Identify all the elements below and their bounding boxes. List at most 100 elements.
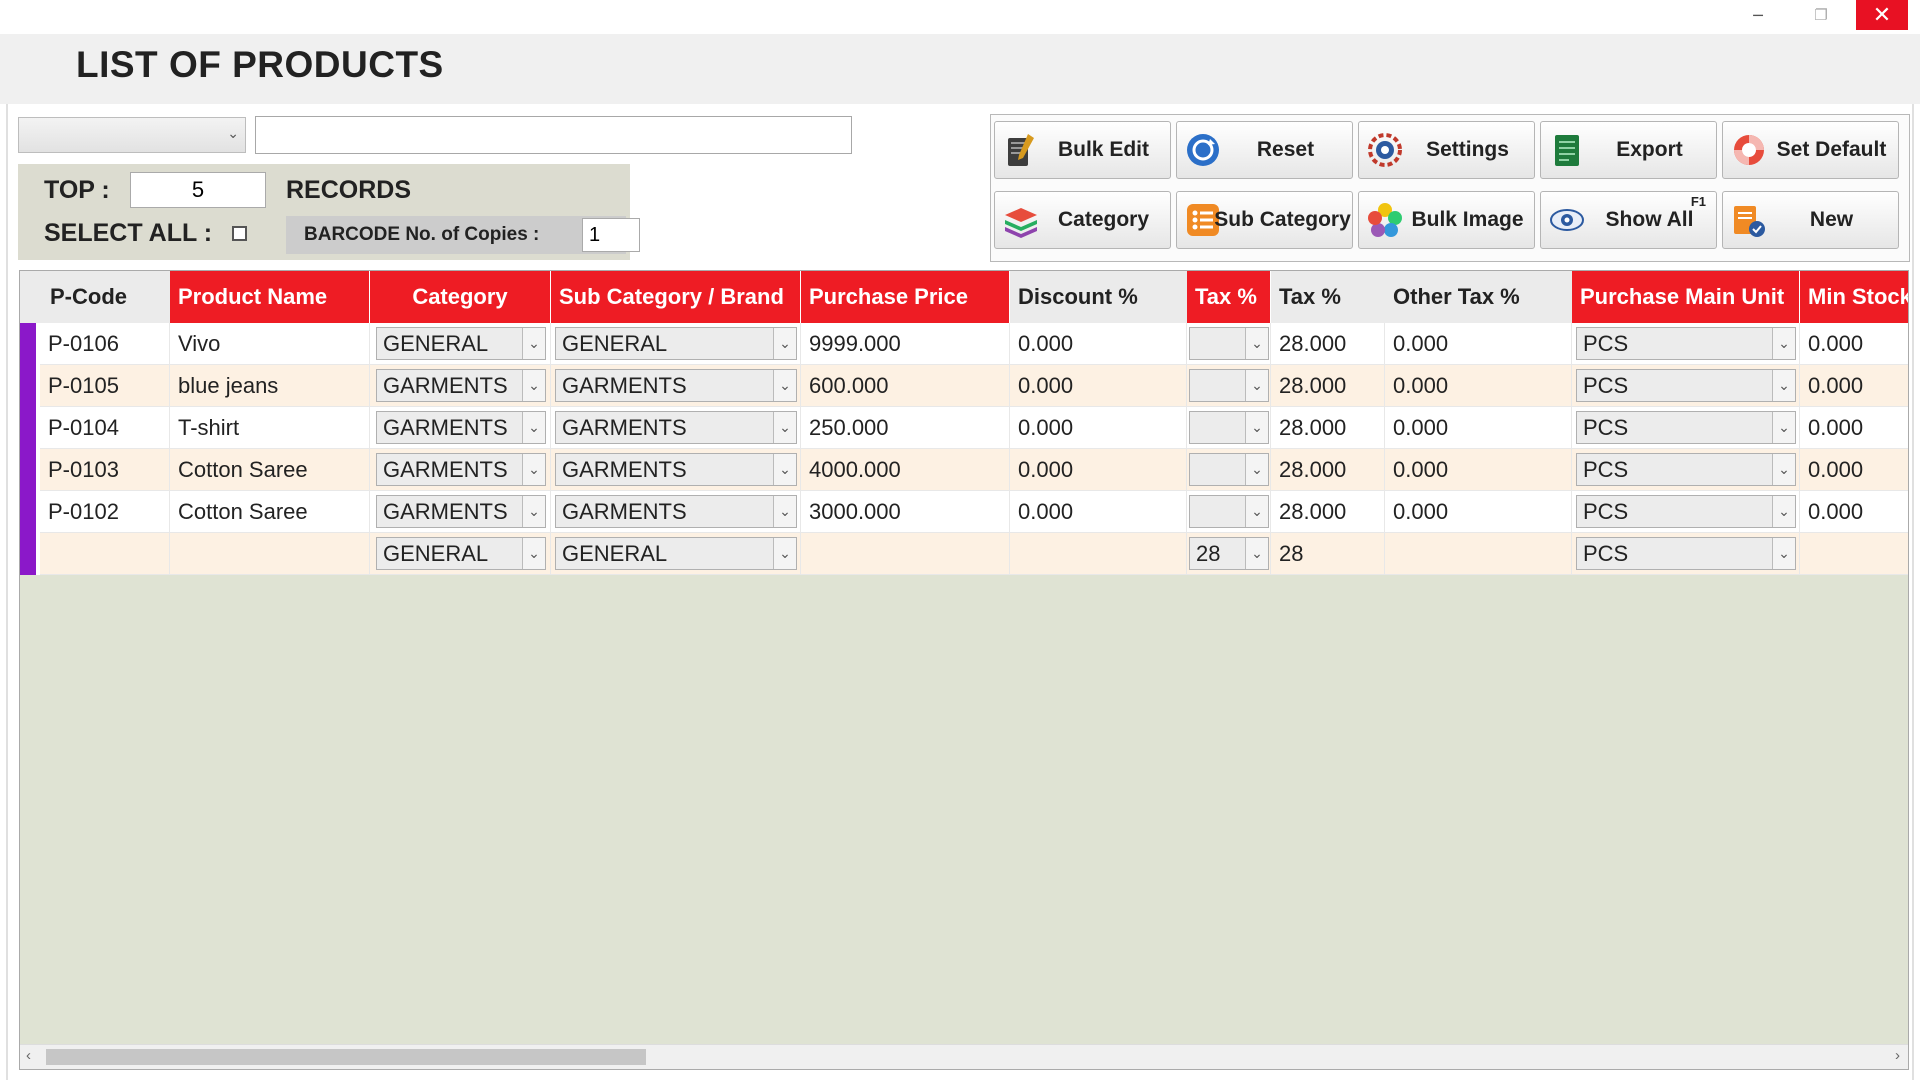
purchase-unit-cell[interactable]: PCS ⌄ [1572, 533, 1800, 575]
chevron-down-icon[interactable]: ⌄ [1245, 328, 1268, 359]
purchase-price-cell[interactable]: 600.000 [801, 365, 1010, 407]
chevron-down-icon[interactable]: ⌄ [1772, 370, 1795, 401]
column-header-purchase-price[interactable]: Purchase Price [801, 271, 1010, 323]
product-name-cell[interactable]: T-shirt [170, 407, 370, 449]
p-code-cell[interactable]: P-0102 [40, 491, 170, 533]
discount-cell[interactable]: 0.000 [1010, 449, 1187, 491]
tax-select-combo[interactable]: ⌄ [1189, 495, 1269, 528]
category-combo[interactable]: GARMENTS ⌄ [376, 495, 546, 528]
category-combo[interactable]: GENERAL ⌄ [376, 327, 546, 360]
sub-category-cell[interactable]: GARMENTS ⌄ [551, 449, 801, 491]
column-header-tax[interactable]: Tax % [1271, 271, 1385, 323]
tax-select-combo[interactable]: 28 ⌄ [1189, 537, 1269, 570]
sub-category-cell[interactable]: GENERAL ⌄ [551, 533, 801, 575]
column-header-discount[interactable]: Discount % [1010, 271, 1187, 323]
row-indicator[interactable] [20, 365, 40, 407]
p-code-cell[interactable]: P-0105 [40, 365, 170, 407]
p-code-cell[interactable] [40, 533, 170, 575]
other-tax-cell[interactable]: 0.000 [1385, 407, 1572, 449]
chevron-down-icon[interactable]: ⌄ [522, 496, 545, 527]
p-code-cell[interactable]: P-0106 [40, 323, 170, 365]
chevron-down-icon[interactable]: ⌄ [1245, 412, 1268, 443]
tax-select-cell[interactable]: ⌄ [1187, 323, 1271, 365]
discount-cell[interactable] [1010, 533, 1187, 575]
tax-select-cell[interactable]: ⌄ [1187, 365, 1271, 407]
tax-select-combo[interactable]: ⌄ [1189, 327, 1269, 360]
min-stock-cell[interactable]: 0.000 [1800, 323, 1908, 365]
row-indicator[interactable] [20, 407, 40, 449]
set-default-button[interactable]: Set Default [1722, 121, 1899, 179]
tax-cell[interactable]: 28.000 [1271, 491, 1385, 533]
column-header-min-stock[interactable]: Min Stock [1800, 271, 1908, 323]
min-stock-cell[interactable]: 0.000 [1800, 491, 1908, 533]
purchase-unit-combo[interactable]: PCS ⌄ [1576, 453, 1796, 486]
column-header-sub-category[interactable]: Sub Category / Brand [551, 271, 801, 323]
min-stock-cell[interactable]: 0.000 [1800, 449, 1908, 491]
table-row[interactable]: P-0102 Cotton Saree GARMENTS ⌄ GARMENTS ⌄ 3000… [20, 491, 1908, 533]
other-tax-cell[interactable]: 0.000 [1385, 323, 1572, 365]
filter-field-select[interactable]: ⌄ [18, 117, 246, 153]
tax-select-cell[interactable]: ⌄ [1187, 491, 1271, 533]
chevron-down-icon[interactable]: ⌄ [1772, 538, 1795, 569]
sub-category-combo[interactable]: GARMENTS ⌄ [555, 453, 797, 486]
chevron-down-icon[interactable]: ⌄ [522, 538, 545, 569]
table-row[interactable]: P-0103 Cotton Saree GARMENTS ⌄ GARMENTS ⌄ 4000… [20, 449, 1908, 491]
min-stock-cell[interactable]: 0.000 [1800, 407, 1908, 449]
chevron-down-icon[interactable]: ⌄ [1245, 370, 1268, 401]
tax-cell[interactable]: 28.000 [1271, 365, 1385, 407]
show-all-button[interactable]: Show All F1 [1540, 191, 1717, 249]
row-indicator[interactable] [20, 533, 40, 575]
tax-cell[interactable]: 28 [1271, 533, 1385, 575]
sub-category-combo[interactable]: GENERAL ⌄ [555, 327, 797, 360]
product-name-cell[interactable] [170, 533, 370, 575]
purchase-unit-combo[interactable]: PCS ⌄ [1576, 537, 1796, 570]
category-cell[interactable]: GARMENTS ⌄ [370, 491, 551, 533]
purchase-unit-combo[interactable]: PCS ⌄ [1576, 411, 1796, 444]
category-cell[interactable]: GENERAL ⌄ [370, 533, 551, 575]
chevron-down-icon[interactable]: ⌄ [1772, 412, 1795, 443]
table-row[interactable]: P-0104 T-shirt GARMENTS ⌄ GARMENTS ⌄ 250.000 0.… [20, 407, 1908, 449]
scroll-right-icon[interactable]: › [1895, 1047, 1900, 1064]
category-cell[interactable]: GARMENTS ⌄ [370, 449, 551, 491]
purchase-unit-cell[interactable]: PCS ⌄ [1572, 407, 1800, 449]
purchase-price-cell[interactable]: 250.000 [801, 407, 1010, 449]
search-input[interactable] [255, 116, 852, 154]
p-code-cell[interactable]: P-0103 [40, 449, 170, 491]
new-button[interactable]: New [1722, 191, 1899, 249]
other-tax-cell[interactable] [1385, 533, 1572, 575]
bulk-image-button[interactable]: Bulk Image [1358, 191, 1535, 249]
chevron-down-icon[interactable]: ⌄ [773, 370, 796, 401]
chevron-down-icon[interactable]: ⌄ [1245, 496, 1268, 527]
row-indicator[interactable] [20, 449, 40, 491]
purchase-price-cell[interactable]: 3000.000 [801, 491, 1010, 533]
bulk-edit-button[interactable]: Bulk Edit [994, 121, 1171, 179]
row-indicator[interactable] [20, 323, 40, 365]
column-header-tax-select[interactable]: Tax % [1187, 271, 1271, 323]
column-header-other-tax[interactable]: Other Tax % [1385, 271, 1572, 323]
column-header-category[interactable]: Category [370, 271, 551, 323]
tax-select-combo[interactable]: ⌄ [1189, 453, 1269, 486]
category-cell[interactable]: GARMENTS ⌄ [370, 407, 551, 449]
other-tax-cell[interactable]: 0.000 [1385, 449, 1572, 491]
sub-category-cell[interactable]: GARMENTS ⌄ [551, 491, 801, 533]
category-combo[interactable]: GENERAL ⌄ [376, 537, 546, 570]
sub-category-cell[interactable]: GARMENTS ⌄ [551, 407, 801, 449]
category-combo[interactable]: GARMENTS ⌄ [376, 453, 546, 486]
reset-button[interactable]: Reset [1176, 121, 1353, 179]
column-header-product-name[interactable]: Product Name [170, 271, 370, 323]
purchase-unit-combo[interactable]: PCS ⌄ [1576, 327, 1796, 360]
chevron-down-icon[interactable]: ⌄ [1772, 328, 1795, 359]
chevron-down-icon[interactable]: ⌄ [522, 454, 545, 485]
other-tax-cell[interactable]: 0.000 [1385, 365, 1572, 407]
column-header-purchase-main-unit[interactable]: Purchase Main Unit [1572, 271, 1800, 323]
sub-category-cell[interactable]: GENERAL ⌄ [551, 323, 801, 365]
p-code-cell[interactable]: P-0104 [40, 407, 170, 449]
chevron-down-icon[interactable]: ⌄ [1772, 454, 1795, 485]
tax-select-cell[interactable]: 28 ⌄ [1187, 533, 1271, 575]
product-name-cell[interactable]: Cotton Saree [170, 491, 370, 533]
sub-category-combo[interactable]: GARMENTS ⌄ [555, 411, 797, 444]
minimize-button[interactable]: ─ [1730, 0, 1786, 30]
tax-cell[interactable]: 28.000 [1271, 449, 1385, 491]
top-records-input[interactable] [130, 172, 266, 208]
category-cell[interactable]: GENERAL ⌄ [370, 323, 551, 365]
